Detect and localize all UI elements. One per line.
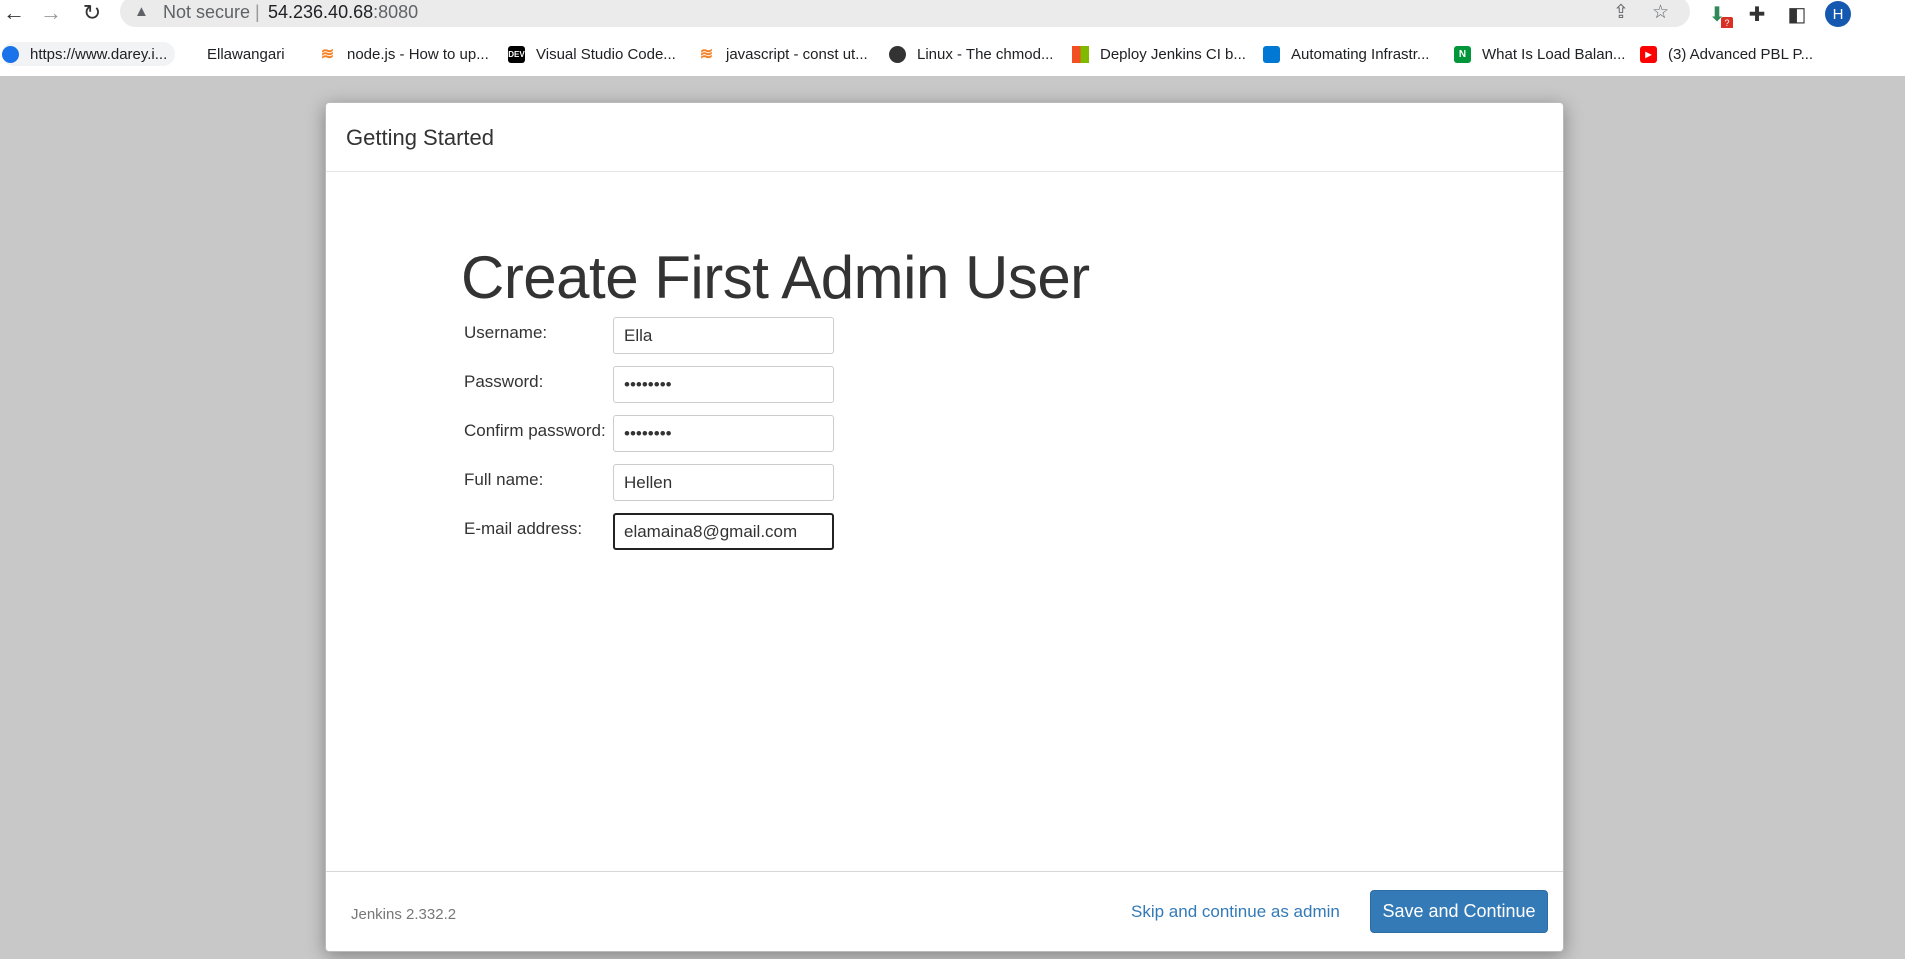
security-label[interactable]: Not secure	[163, 2, 250, 23]
microsoft-icon	[1072, 45, 1089, 63]
skip-continue-as-admin-link[interactable]: Skip and continue as admin	[1131, 902, 1340, 922]
full-name-row: Full name:	[464, 464, 864, 502]
share-icon[interactable]: ⇪	[1613, 1, 1629, 24]
bookmark-item[interactable]: ≋ node.js - How to up...	[319, 42, 489, 66]
warning-triangle-icon[interactable]: ▲	[134, 3, 149, 20]
bookmarks-bar: https://www.darey.i... Ellawangari ≋ nod…	[0, 28, 1905, 76]
youtube-icon: ▶	[1640, 45, 1657, 63]
password-row: Password:	[464, 366, 864, 404]
bookmark-label: Ellawangari	[207, 45, 285, 63]
profile-avatar[interactable]: H	[1825, 1, 1851, 27]
setup-wizard-dialog: Getting Started Create First Admin User …	[325, 102, 1564, 952]
url-host: 54.236.40.68	[268, 2, 374, 22]
bookmark-item[interactable]: Deploy Jenkins CI b...	[1072, 42, 1246, 66]
browser-toolbar: ← → ↻ ▲ Not secure | 54.236.40.68:8080 ⇪…	[0, 0, 1905, 29]
bookmark-item[interactable]: ≋ javascript - const ut...	[698, 42, 868, 66]
url-port: :8080	[373, 2, 419, 22]
save-and-continue-button[interactable]: Save and Continue	[1370, 890, 1548, 933]
puzzle-extensions-icon[interactable]: ✚	[1744, 1, 1770, 27]
email-input[interactable]	[613, 513, 834, 550]
full-name-input[interactable]	[613, 464, 834, 501]
azure-icon	[1263, 45, 1280, 63]
bookmark-label: (3) Advanced PBL P...	[1668, 45, 1814, 63]
stackoverflow-icon: ≋	[699, 46, 714, 63]
bookmark-label: https://www.darey.i...	[30, 45, 168, 63]
bookmark-item[interactable]: N What Is Load Balan...	[1454, 42, 1625, 66]
username-input[interactable]	[613, 317, 834, 354]
dialog-footer: Jenkins 2.332.2 Skip and continue as adm…	[326, 871, 1563, 951]
bookmark-label: Deploy Jenkins CI b...	[1100, 45, 1246, 63]
darey-icon	[2, 45, 19, 63]
side-panel-icon[interactable]: ◧	[1784, 1, 1810, 27]
dev-icon: DEV	[508, 45, 525, 63]
address-bar[interactable]: ▲ Not secure | 54.236.40.68:8080 ⇪ ☆	[120, 0, 1690, 27]
confirm-password-input[interactable]	[613, 415, 834, 452]
folder-icon	[195, 46, 201, 63]
nginx-icon: N	[1454, 45, 1471, 63]
username-label: Username:	[464, 323, 548, 342]
url-text[interactable]: 54.236.40.68:8080	[268, 2, 418, 23]
bookmark-label: node.js - How to up...	[347, 45, 489, 63]
extension-download-icon[interactable]: ⬇?	[1704, 1, 1733, 29]
bookmark-item[interactable]: ▶ (3) Advanced PBL P...	[1640, 42, 1813, 66]
full-name-label: Full name:	[464, 470, 544, 489]
bookmark-label: javascript - const ut...	[726, 45, 868, 63]
bookmark-star-icon[interactable]: ☆	[1652, 1, 1669, 24]
page-title: Create First Admin User	[461, 244, 1090, 311]
bookmark-folder[interactable]: Ellawangari	[195, 42, 285, 66]
dialog-header: Getting Started	[326, 103, 1563, 172]
bookmark-item[interactable]: Automating Infrastr...	[1263, 42, 1429, 66]
bookmark-label: What Is Load Balan...	[1482, 45, 1626, 63]
username-row: Username:	[464, 317, 864, 355]
forward-arrow-icon[interactable]: →	[37, 0, 65, 26]
bookmark-item[interactable]: DEV Visual Studio Code...	[508, 42, 676, 66]
dialog-title: Getting Started	[346, 125, 494, 150]
reload-icon[interactable]: ↻	[78, 0, 106, 26]
bookmark-label: Visual Studio Code...	[536, 45, 676, 63]
back-arrow-icon[interactable]: ←	[0, 0, 28, 26]
bookmark-label: Automating Infrastr...	[1291, 45, 1430, 63]
globe-icon	[889, 45, 906, 63]
bookmark-label: Linux - The chmod...	[917, 45, 1054, 63]
jenkins-version: Jenkins 2.332.2	[351, 906, 457, 923]
password-label: Password:	[464, 372, 544, 391]
email-label: E-mail address:	[464, 519, 583, 538]
bookmark-item[interactable]: https://www.darey.i...	[2, 42, 176, 66]
email-row: E-mail address:	[464, 513, 864, 551]
confirm-password-label: Confirm password:	[464, 421, 606, 440]
confirm-password-row: Confirm password:	[464, 415, 864, 453]
password-input[interactable]	[613, 366, 834, 403]
bookmark-item[interactable]: Linux - The chmod...	[889, 42, 1053, 66]
stackoverflow-icon: ≋	[320, 46, 335, 63]
address-separator: |	[255, 2, 260, 22]
